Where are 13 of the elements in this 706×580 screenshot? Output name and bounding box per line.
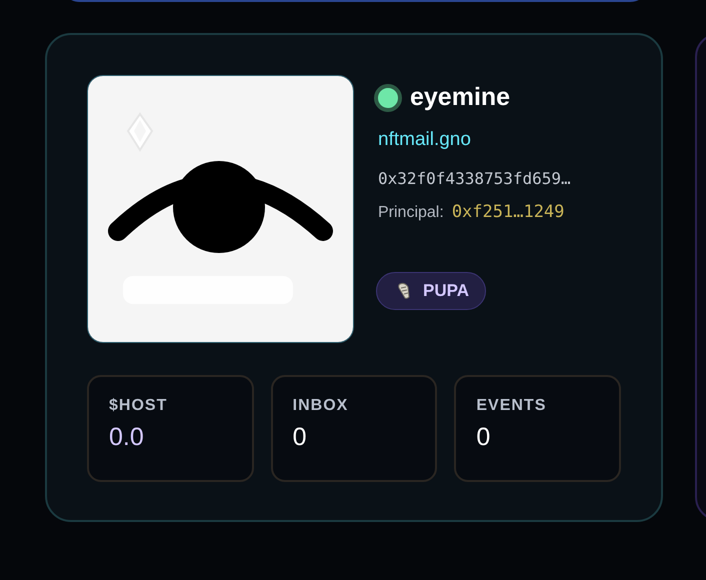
badge-label: PUPA xyxy=(423,281,469,301)
stat-value: 0.0 xyxy=(109,423,145,452)
wallet-address: 0x32f0f4338753fd659… xyxy=(378,169,571,188)
domain-link[interactable]: nftmail.gno xyxy=(378,129,571,151)
pupa-icon xyxy=(397,282,411,300)
stat-value: 0 xyxy=(292,423,308,452)
stat-label: $HOST xyxy=(109,397,168,415)
principal-address: 0xf251…1249 xyxy=(452,202,564,222)
principal-label: Principal: xyxy=(378,204,444,222)
stat-label: INBOX xyxy=(292,397,350,415)
stat-value: 0 xyxy=(476,423,492,452)
profile-name: eyemine xyxy=(410,83,510,112)
stat-label: EVENTS xyxy=(476,397,548,415)
